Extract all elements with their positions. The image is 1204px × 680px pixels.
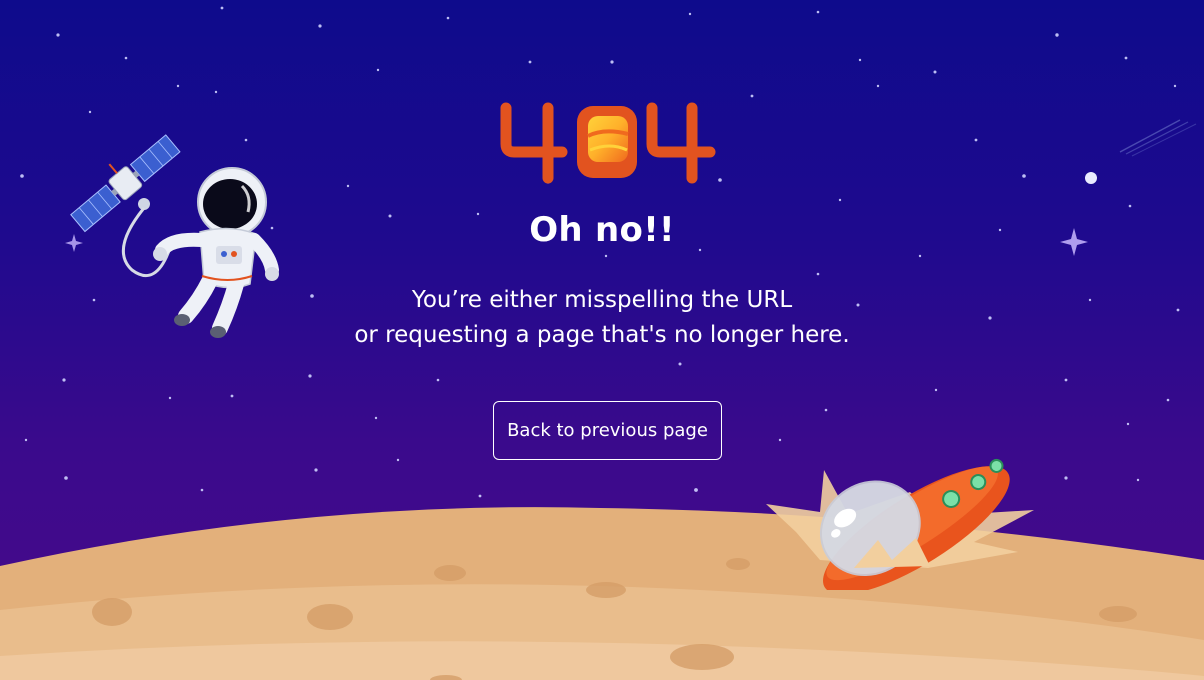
ufo-icon bbox=[766, 458, 1034, 590]
not-found-page: Oh no!! You’re either misspelling the UR… bbox=[0, 0, 1204, 680]
